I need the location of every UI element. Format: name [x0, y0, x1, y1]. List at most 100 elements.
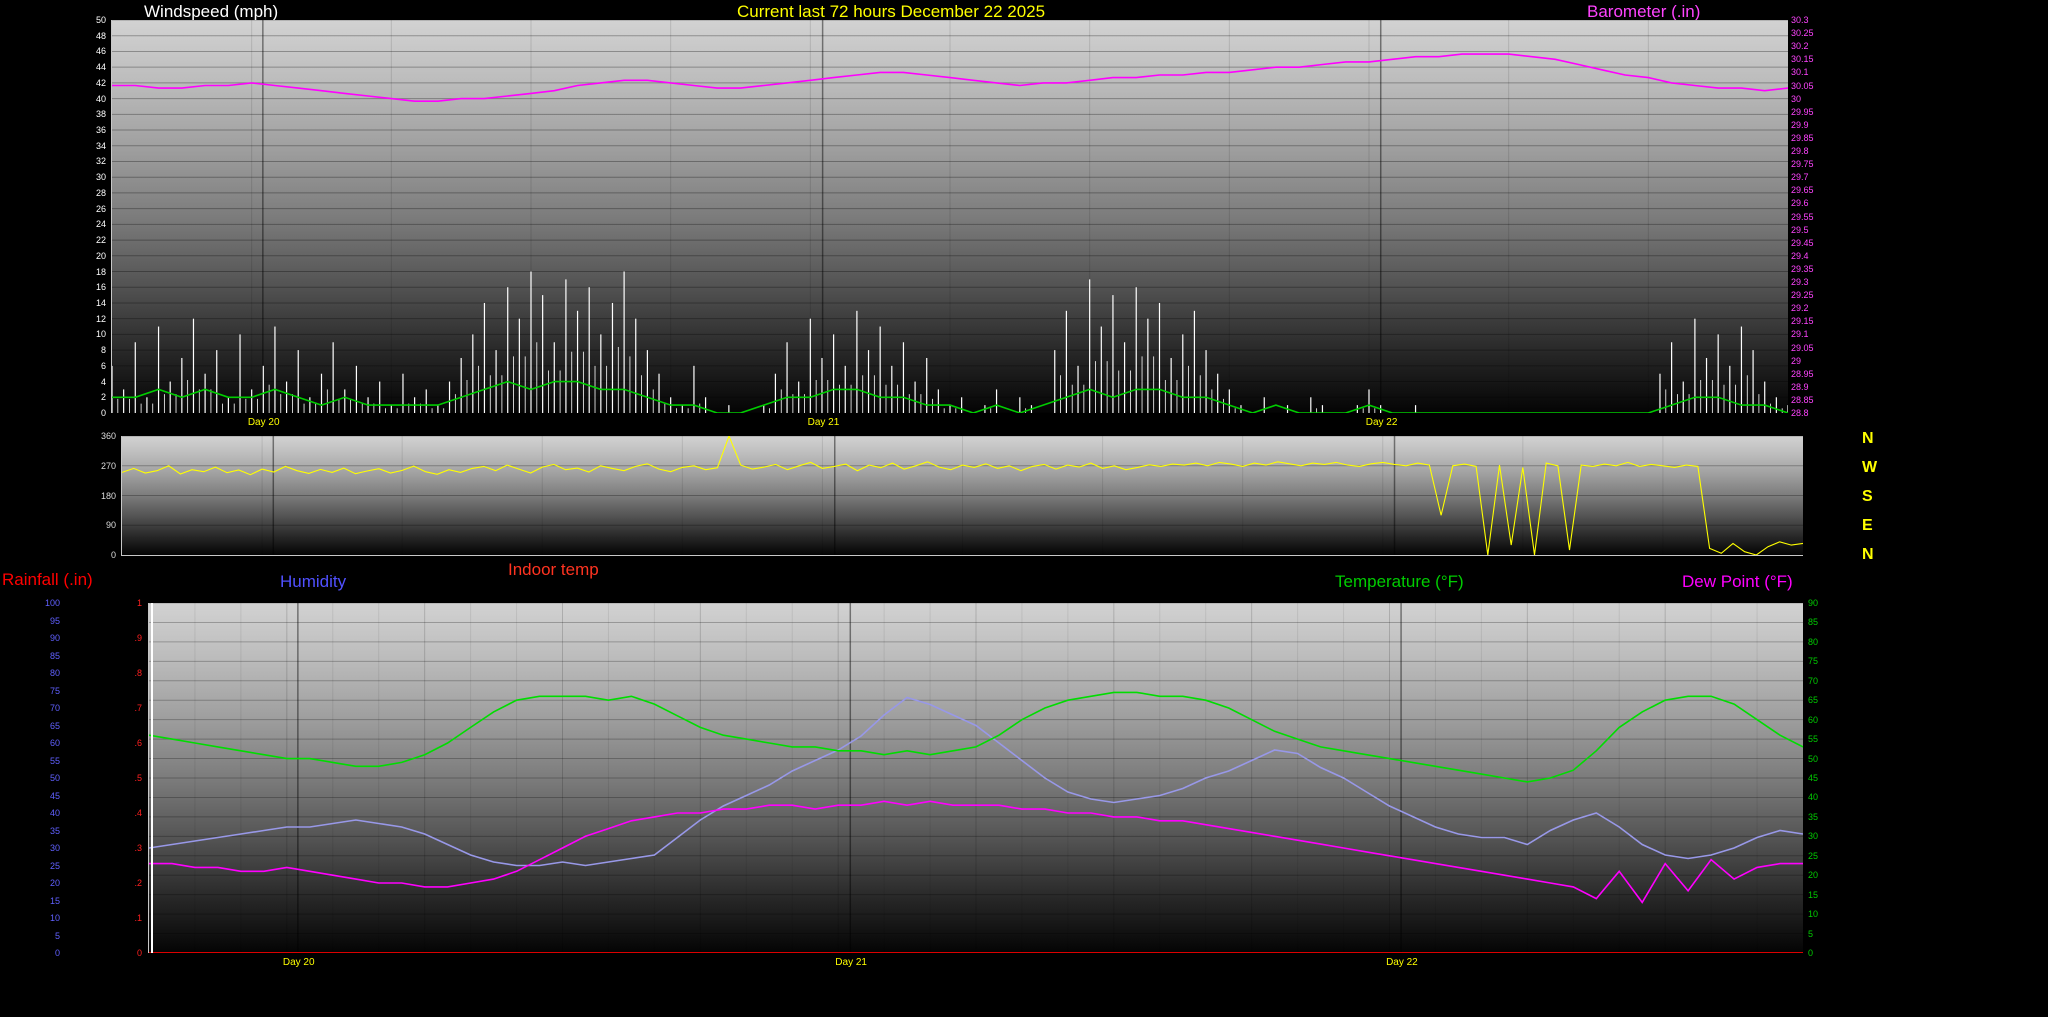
axis-tick: 35 — [50, 827, 60, 836]
axis-tick: 0 — [111, 551, 116, 560]
temp-humidity-dewpoint-chart — [148, 603, 1803, 953]
axis-tick: 4 — [101, 378, 106, 387]
axis-tick: .9 — [134, 634, 142, 643]
windspeed-y-axis: 5048464442403836343230282624222018161412… — [74, 20, 106, 413]
axis-tick: 40 — [1808, 793, 1818, 802]
axis-tick: 24 — [96, 220, 106, 229]
axis-tick: 29.2 — [1791, 304, 1809, 313]
axis-tick: 16 — [96, 283, 106, 292]
axis-tick: 25 — [50, 862, 60, 871]
axis-tick: 42 — [96, 79, 106, 88]
axis-tick: 36 — [96, 126, 106, 135]
axis-tick: 44 — [96, 63, 106, 72]
axis-tick: 34 — [96, 142, 106, 151]
axis-tick: 15 — [50, 897, 60, 906]
axis-tick: 48 — [96, 32, 106, 41]
axis-tick: 85 — [50, 652, 60, 661]
axis-tick: 20 — [1808, 871, 1818, 880]
axis-tick: 29.35 — [1791, 265, 1814, 274]
axis-tick: 65 — [1808, 696, 1818, 705]
axis-tick: 8 — [101, 346, 106, 355]
dew-point-label: Dew Point (°F) — [1682, 572, 1793, 592]
axis-tick: 5 — [55, 932, 60, 941]
axis-tick: 10 — [50, 914, 60, 923]
axis-tick: 80 — [1808, 638, 1818, 647]
axis-tick: 95 — [50, 617, 60, 626]
axis-tick: 50 — [50, 774, 60, 783]
humidity-y-axis: 1009590858075706560555045403530252015105… — [34, 603, 60, 953]
day-label: Day 22 — [1386, 957, 1418, 968]
axis-tick: 30 — [1791, 95, 1801, 104]
windspeed-title: Windspeed (mph) — [144, 2, 278, 22]
axis-tick: 75 — [50, 687, 60, 696]
axis-tick: 12 — [96, 315, 106, 324]
axis-tick: 28 — [96, 189, 106, 198]
axis-tick: 38 — [96, 110, 106, 119]
axis-tick: 5 — [1808, 930, 1813, 939]
axis-tick: 29.8 — [1791, 147, 1809, 156]
axis-tick: 55 — [1808, 735, 1818, 744]
rainfall-y-axis: 1.9.8.7.6.5.4.3.2.10 — [104, 603, 142, 953]
axis-tick: 26 — [96, 205, 106, 214]
axis-tick: 10 — [96, 330, 106, 339]
axis-tick: 29.95 — [1791, 108, 1814, 117]
axis-tick: 30.2 — [1791, 42, 1809, 51]
axis-tick: 25 — [1808, 852, 1818, 861]
axis-tick: 80 — [50, 669, 60, 678]
axis-tick: 29.1 — [1791, 330, 1809, 339]
axis-tick: 15 — [1808, 891, 1818, 900]
axis-tick: 29.75 — [1791, 160, 1814, 169]
compass-axis: N W S E N — [1862, 430, 1892, 562]
axis-tick: 29.65 — [1791, 186, 1814, 195]
day-label: Day 20 — [283, 957, 315, 968]
axis-tick: 60 — [1808, 716, 1818, 725]
axis-tick: .1 — [134, 914, 142, 923]
axis-tick: 90 — [50, 634, 60, 643]
axis-tick: 40 — [96, 95, 106, 104]
axis-tick: .3 — [134, 844, 142, 853]
barometer-title: Barometer (.in) — [1587, 2, 1700, 22]
axis-tick: 30.1 — [1791, 68, 1809, 77]
axis-tick: 30.15 — [1791, 55, 1814, 64]
axis-tick: 28.9 — [1791, 383, 1809, 392]
axis-tick: .8 — [134, 669, 142, 678]
axis-tick: .6 — [134, 739, 142, 748]
axis-tick: 29.5 — [1791, 226, 1809, 235]
axis-tick: 29.6 — [1791, 199, 1809, 208]
axis-tick: 40 — [50, 809, 60, 818]
compass-letter-w: W — [1862, 459, 1877, 477]
axis-tick: 29.7 — [1791, 173, 1809, 182]
axis-tick: 50 — [1808, 755, 1818, 764]
axis-tick: 65 — [50, 722, 60, 731]
page-title: Current last 72 hours December 22 2025 — [737, 2, 1045, 22]
temperature-y-axis: 908580757065605550454035302520151050 — [1808, 603, 1842, 953]
axis-tick: 75 — [1808, 657, 1818, 666]
axis-tick: 29.9 — [1791, 121, 1809, 130]
wind-direction-plot — [122, 436, 1803, 555]
axis-tick: 30 — [50, 844, 60, 853]
compass-letter-e: E — [1862, 517, 1873, 535]
axis-tick: 30 — [1808, 832, 1818, 841]
compass-letter-n-bottom: N — [1862, 546, 1874, 564]
axis-tick: 6 — [101, 362, 106, 371]
axis-tick: 29.25 — [1791, 291, 1814, 300]
axis-tick: 18 — [96, 268, 106, 277]
day-label: Day 22 — [1366, 417, 1398, 428]
axis-tick: 30.3 — [1791, 16, 1809, 25]
axis-tick: 360 — [101, 432, 116, 441]
axis-tick: 29 — [1791, 357, 1801, 366]
windspeed-barometer-plot — [112, 20, 1788, 413]
axis-tick: 45 — [1808, 774, 1818, 783]
bottom-chart-day-axis: Day 20Day 21Day 22 — [148, 957, 1802, 970]
axis-tick: 55 — [50, 757, 60, 766]
axis-tick: 28.8 — [1791, 409, 1809, 418]
axis-tick: 46 — [96, 47, 106, 56]
axis-tick: 35 — [1808, 813, 1818, 822]
axis-tick: 90 — [1808, 599, 1818, 608]
axis-tick: 29.45 — [1791, 239, 1814, 248]
axis-tick: .7 — [134, 704, 142, 713]
temperature-label: Temperature (°F) — [1335, 572, 1464, 592]
axis-tick: 20 — [96, 252, 106, 261]
axis-tick: 70 — [1808, 677, 1818, 686]
axis-tick: 50 — [96, 16, 106, 25]
